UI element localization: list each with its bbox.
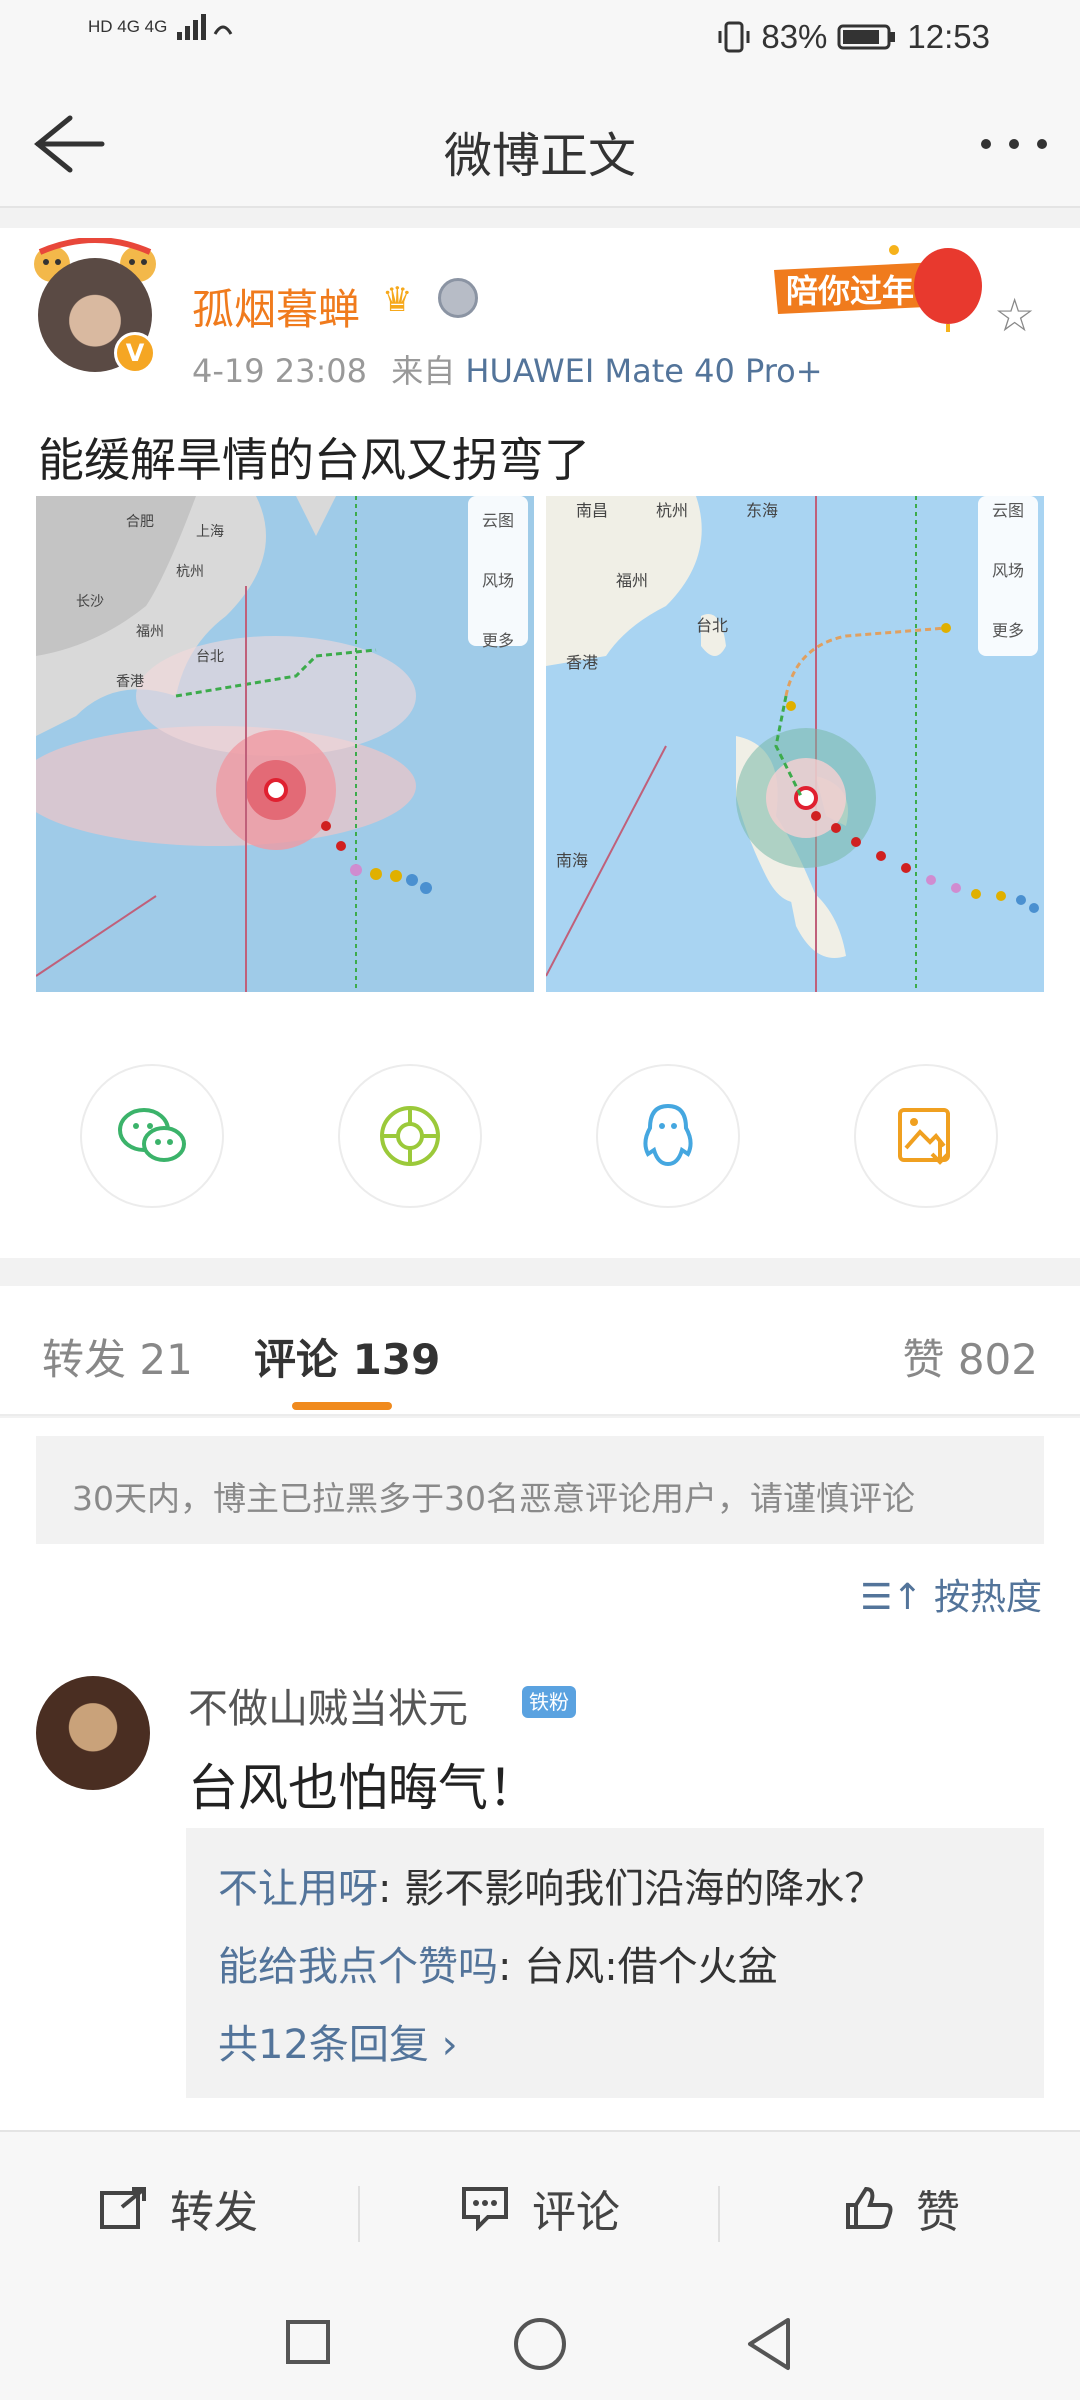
source-prefix: 来自	[391, 352, 456, 390]
back-nav-icon[interactable]	[744, 2316, 794, 2372]
verified-badge-icon: V	[114, 332, 156, 374]
repost-icon	[100, 2187, 146, 2229]
map1-city-changsha: 长沙	[76, 594, 104, 610]
banner-text: 陪你过年	[786, 272, 914, 310]
favorite-star-icon[interactable]: ☆	[994, 288, 1035, 342]
map1-city-shanghai: 上海	[196, 524, 224, 540]
share-qq-button[interactable]	[596, 1064, 740, 1208]
comments-section: 30天内，博主已拉黑多于30名恶意评论用户，请谨慎评论 ☰↑ 按热度 不做山贼当…	[0, 1418, 1080, 2130]
page-title: 微博正文	[443, 128, 636, 184]
like-label: 赞	[916, 2187, 960, 2238]
reply-item[interactable]: 能给我点个赞吗: 台风:借个火盆	[218, 1934, 1012, 1992]
wechat-icon	[118, 1108, 186, 1162]
commenter-name[interactable]: 不做山贼当状元	[188, 1676, 468, 1734]
repost-label: 转发	[170, 2187, 258, 2238]
share-moments-button[interactable]	[338, 1064, 482, 1208]
map2-city-nanchang: 南昌	[576, 501, 608, 520]
system-nav-bar	[0, 2280, 1080, 2400]
tab-like[interactable]: 赞 802	[902, 1326, 1038, 1387]
comment-button[interactable]: 评论	[460, 2176, 620, 2240]
map2-city-nanhai: 南海	[556, 851, 588, 870]
clock: 12:53	[907, 18, 990, 55]
post-image-1[interactable]: 云图 风场 更多 合肥 上海 杭州 长沙 福州 台北 香港	[36, 496, 534, 992]
reply-text: : 影不影响我们沿海的降水？	[378, 1866, 885, 1912]
recent-apps-icon[interactable]	[284, 2318, 332, 2366]
reply-item[interactable]: 不让用呀: 影不影响我们沿海的降水？	[218, 1856, 1012, 1914]
battery-percent: 83%	[761, 18, 828, 55]
nav-bar: 微博正文	[0, 80, 1080, 208]
map1-more-label: 更多	[482, 631, 514, 650]
map1-city-hongkong: 香港	[116, 674, 144, 690]
commenter-avatar[interactable]	[36, 1676, 150, 1790]
home-icon[interactable]	[512, 2316, 568, 2372]
fan-badge: 铁粉	[522, 1686, 576, 1718]
comment-text: 台风也怕晦气！	[188, 1759, 538, 1817]
thumbs-up-icon	[846, 2186, 893, 2229]
tab-comment[interactable]: 评论 139	[254, 1326, 440, 1387]
qq-icon	[643, 1103, 693, 1167]
signal-indicators: HD 4G 4G	[88, 12, 235, 42]
post-date: 4-19 23:08	[192, 352, 368, 390]
comment-label: 评论	[532, 2187, 620, 2238]
reply-author[interactable]: 能给我点个赞吗	[218, 1944, 498, 1990]
map2-cloud-label: 云图	[992, 501, 1024, 520]
map1-city-hefei: 合肥	[126, 514, 154, 530]
post-meta: 4-19 23:08 来自 HUAWEI Mate 40 Pro+	[192, 346, 823, 392]
sort-icon: ☰↑	[860, 1577, 923, 1618]
typhoon-map-1: 云图 风场 更多 合肥 上海 杭州 长沙 福州 台北 香港	[36, 496, 534, 992]
active-tab-indicator	[292, 1402, 392, 1410]
status-bar: HD 4G 4G 83% 12:53	[0, 0, 1080, 80]
status-right: 83% 12:53	[717, 18, 990, 56]
author-avatar[interactable]: V	[38, 258, 156, 374]
battery-icon	[837, 24, 896, 50]
bottom-action-bar: 转发 评论 赞	[0, 2130, 1080, 2280]
share-wechat-button[interactable]	[80, 1064, 224, 1208]
more-replies-link[interactable]: 共12条回复 ›	[218, 2012, 1012, 2070]
typhoon-map-2: 云图 风场 更多 南昌 杭州 东海 福州 台北 香港 南海	[546, 496, 1044, 992]
map1-city-fuzhou: 福州	[136, 624, 164, 640]
save-image-icon	[898, 1108, 950, 1165]
comment-notice: 30天内，博主已拉黑多于30名恶意评论用户，请谨慎评论	[36, 1436, 1044, 1544]
map1-city-hangzhou: 杭州	[176, 564, 204, 580]
signal-icon	[177, 14, 233, 40]
sort-label: 按热度	[933, 1577, 1042, 1618]
more-options-icon[interactable]	[976, 124, 1052, 164]
map2-city-hangzhou: 杭州	[656, 501, 688, 520]
action-divider	[358, 2186, 360, 2242]
author-name[interactable]: 孤烟暮蝉	[192, 276, 360, 337]
map2-city-taipei: 台北	[696, 616, 728, 635]
medal-icon[interactable]	[438, 278, 478, 318]
reply-text: : 台风:借个火盆	[498, 1944, 778, 1990]
interaction-tabs: 转发 21 评论 139 赞 802	[0, 1286, 1080, 1416]
moments-icon	[380, 1106, 440, 1166]
vibrate-icon	[718, 21, 750, 53]
action-divider	[718, 2186, 720, 2242]
comment-icon	[462, 2187, 508, 2231]
like-button[interactable]: 赞	[844, 2176, 960, 2240]
map2-city-fuzhou: 福州	[616, 571, 648, 590]
new-year-banner[interactable]: 陪你过年	[768, 240, 998, 332]
map2-more-label: 更多	[992, 621, 1024, 640]
source-device[interactable]: HUAWEI Mate 40 Pro+	[465, 352, 822, 390]
post-card: V 孤烟暮蝉 ♛ 4-19 23:08 来自 HUAWEI Mate 40 Pr…	[0, 228, 1080, 1258]
reply-author[interactable]: 不让用呀	[218, 1866, 378, 1912]
map1-cloud-label: 云图	[482, 511, 514, 530]
map1-city-taipei: 台北	[196, 649, 224, 665]
signal-text: HD 4G 4G	[88, 17, 168, 36]
map2-wind-label: 风场	[992, 561, 1024, 580]
tab-repost[interactable]: 转发 21	[42, 1326, 193, 1387]
reply-box[interactable]: 不让用呀: 影不影响我们沿海的降水？ 能给我点个赞吗: 台风:借个火盆 共12条…	[186, 1828, 1044, 2098]
crown-icon[interactable]: ♛	[382, 280, 412, 320]
map2-city-hongkong: 香港	[566, 653, 598, 672]
repost-button[interactable]: 转发	[98, 2176, 258, 2240]
sort-button[interactable]: ☰↑ 按热度	[860, 1568, 1042, 1620]
post-image-2[interactable]: 云图 风场 更多 南昌 杭州 东海 福州 台北 香港 南海	[546, 496, 1044, 992]
post-text: 能缓解旱情的台风又拐弯了	[38, 433, 590, 487]
save-image-button[interactable]	[854, 1064, 998, 1208]
map2-city-donghai: 东海	[746, 501, 778, 520]
share-row	[0, 1064, 1080, 1214]
map1-wind-label: 风场	[482, 571, 514, 590]
